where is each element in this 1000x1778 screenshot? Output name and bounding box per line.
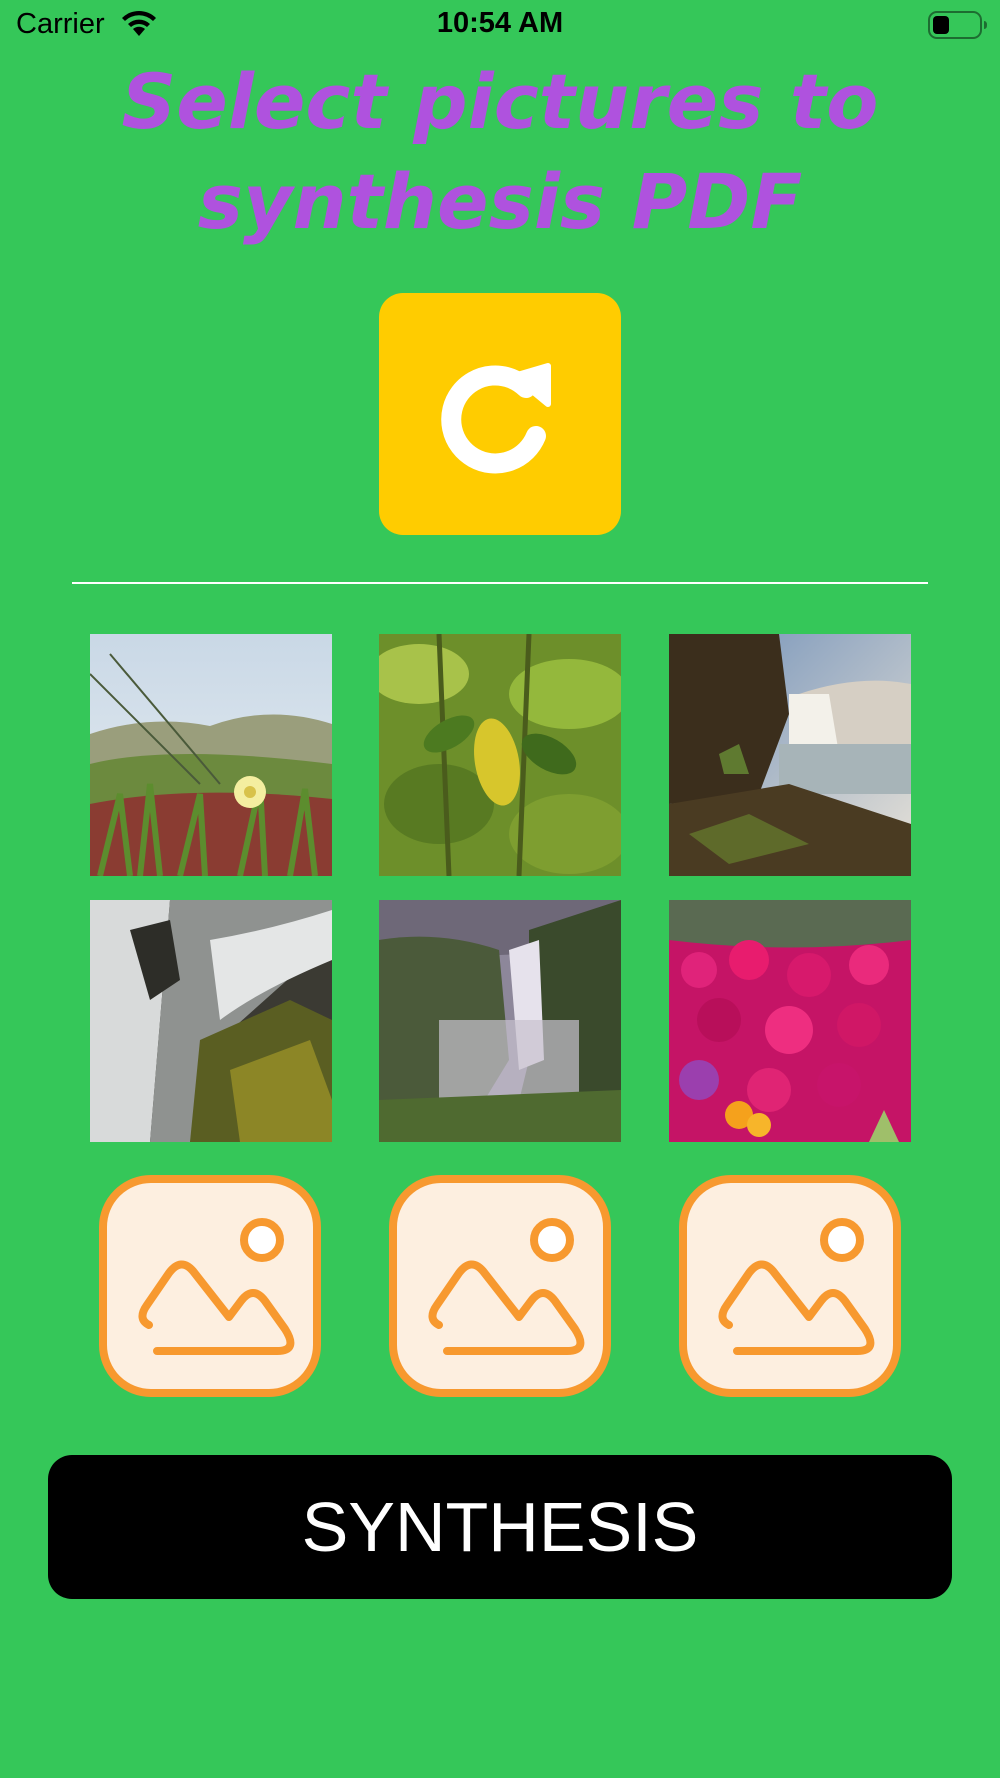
title-line-2: synthesis PDF [197,157,803,246]
title-line-1: Select pictures to [121,57,879,146]
photo-thumbnail-4[interactable] [90,900,332,1142]
page-title: Select pictures to synthesis PDF [40,52,960,252]
refresh-icon [441,363,551,474]
clock: 10:54 AM [436,7,564,39]
photo-thumbnail-5[interactable] [379,900,621,1142]
battery-icon [928,11,987,39]
divider [72,582,928,584]
image-placeholder-icon [138,1218,295,1355]
photo-thumbnail-2[interactable] [379,634,621,876]
photo-waterfall-cliff [669,634,911,876]
photo-flower-dune [90,634,332,876]
add-picture-button-2[interactable] [389,1175,611,1397]
image-placeholder-icon [428,1218,585,1355]
photo-thumbnail-1[interactable] [90,634,332,876]
status-bar: Carrier 10:54 AM [0,0,1000,50]
photo-magenta-flowers [669,900,911,1142]
refresh-button[interactable] [379,293,621,535]
photo-mossy-waterfall [90,900,332,1142]
photo-citrus-leaves [379,634,621,876]
add-picture-button-3[interactable] [679,1175,901,1397]
photo-canyon-waterfall [379,900,621,1142]
photo-thumbnail-3[interactable] [669,634,911,876]
image-placeholder-icon [718,1218,875,1355]
photo-thumbnail-6[interactable] [669,900,911,1142]
synthesis-button[interactable]: SYNTHESIS [48,1455,952,1599]
add-picture-button-1[interactable] [99,1175,321,1397]
